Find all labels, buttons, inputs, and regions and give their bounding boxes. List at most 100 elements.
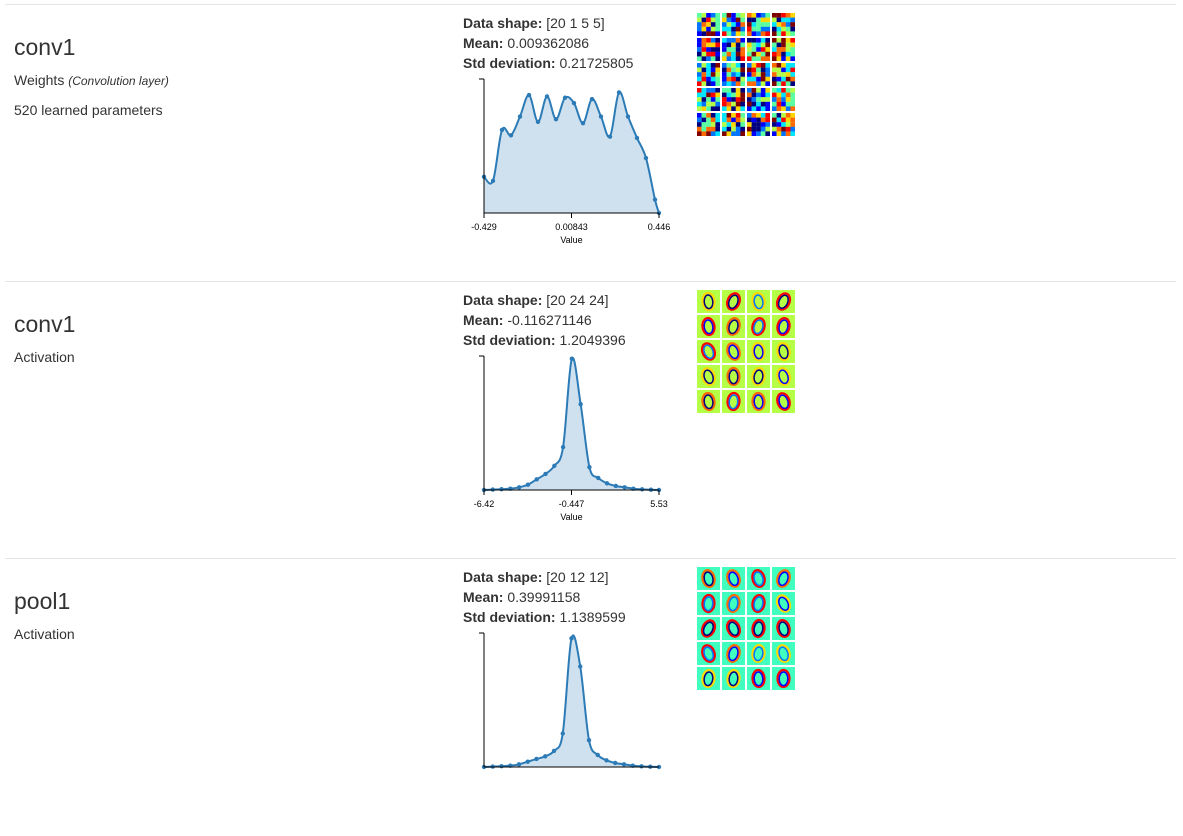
- activation-map-tile: [697, 567, 720, 590]
- histogram-point: [569, 636, 574, 641]
- activation-map-tile: [747, 365, 770, 388]
- std-deviation-line: Std deviation: 1.2049396: [463, 330, 626, 350]
- std-deviation-line: Std deviation: 1.1389599: [463, 607, 626, 627]
- x-tick-label: -0.447: [559, 499, 585, 509]
- x-tick-label: 0.446: [648, 222, 671, 232]
- activation-map-tile: [772, 592, 795, 615]
- histogram-point: [604, 758, 609, 763]
- activation-map-tile: [697, 592, 720, 615]
- activation-map-tile: [747, 642, 770, 665]
- layer-type-label: Activation: [14, 626, 75, 642]
- activation-map-tile: [772, 340, 795, 363]
- x-tick-label: 0.00843: [555, 222, 588, 232]
- layer-row: conv1 Activation Data shape: [20 24 24] Mea…: [5, 281, 1176, 559]
- x-tick-label: -6.42: [474, 499, 495, 509]
- weight-filter-tile: [722, 63, 745, 86]
- std-deviation-value: 1.1389599: [559, 609, 626, 625]
- activation-map-tile: [697, 315, 720, 338]
- histogram-point: [525, 482, 531, 487]
- mean-line: Mean: 0.39991158: [463, 587, 626, 607]
- layer-stats: Data shape: [20 1 5 5] Mean: 0.009362086 S…: [463, 13, 633, 73]
- data-shape-value: [20 1 5 5]: [546, 15, 605, 31]
- histogram-point: [571, 100, 577, 106]
- weight-filter-tile: [747, 113, 770, 136]
- data-shape-line: Data shape: [20 24 24]: [463, 290, 626, 310]
- histogram-point: [517, 114, 523, 119]
- activation-map-tile: [747, 340, 770, 363]
- histogram-point: [534, 477, 539, 482]
- data-shape-label: Data shape:: [463, 15, 543, 31]
- x-axis-label: Value: [560, 235, 582, 245]
- weight-filter-tile: [697, 38, 720, 61]
- histogram-point: [604, 481, 610, 486]
- x-tick-label: -0.429: [471, 222, 497, 232]
- histogram-point: [613, 483, 618, 489]
- histogram-area: [484, 92, 659, 213]
- weight-filter-tile: [772, 13, 795, 36]
- filter-visualization-grid: [697, 290, 795, 413]
- layer-stats: Data shape: [20 12 12] Mean: 0.39991158 St…: [463, 567, 626, 627]
- histogram-point: [560, 731, 565, 736]
- histogram-point: [526, 92, 532, 98]
- activation-map-tile: [697, 617, 720, 640]
- layer-type-label: Activation: [14, 349, 75, 365]
- activation-map-tile: [772, 667, 795, 690]
- weight-filter-tile: [747, 38, 770, 61]
- histogram-point: [516, 485, 522, 490]
- activation-map-tile: [722, 290, 745, 313]
- weight-filter-tile: [722, 113, 745, 136]
- histogram-point: [589, 96, 595, 102]
- layer-type: Activation: [14, 349, 75, 365]
- mean-value: -0.116271146: [507, 312, 592, 328]
- weight-filter-tile: [747, 13, 770, 36]
- mean-line: Mean: 0.009362086: [463, 33, 633, 53]
- histogram-point: [562, 95, 568, 100]
- layer-name: conv1: [14, 34, 76, 60]
- histogram-point: [587, 465, 592, 470]
- histogram-point: [652, 197, 658, 202]
- weight-filter-tile: [772, 63, 795, 86]
- data-shape-line: Data shape: [20 12 12]: [463, 567, 626, 587]
- layer-type-label: Weights: [14, 72, 65, 88]
- weight-filter-tile: [747, 88, 770, 111]
- activation-map-tile: [772, 390, 795, 413]
- histogram-point: [613, 760, 618, 766]
- layer-name: conv1: [14, 311, 76, 337]
- activation-map-tile: [722, 340, 745, 363]
- std-deviation-line: Std deviation: 0.21725805: [463, 53, 633, 73]
- data-shape-value: [20 12 12]: [546, 569, 609, 585]
- x-tick-label: 5.53: [650, 499, 668, 509]
- histogram-point: [534, 756, 539, 762]
- histogram-point: [551, 748, 557, 754]
- histogram-chart: -6.42 -0.447 5.53 Value: [457, 352, 697, 532]
- activation-map-tile: [697, 340, 720, 363]
- histogram-point: [543, 471, 548, 477]
- layer-row: pool1 Activation Data shape: [20 12 12] Mea…: [5, 558, 1176, 836]
- activation-map-tile: [697, 365, 720, 388]
- activation-map-tile: [772, 642, 795, 665]
- weight-filter-tile: [772, 88, 795, 111]
- histogram-chart: -0.429 0.00843 0.446 Value: [457, 75, 697, 255]
- histogram-point: [535, 119, 541, 125]
- histogram-point: [580, 121, 586, 126]
- std-deviation-label: Std deviation:: [463, 609, 556, 625]
- histogram-point: [553, 117, 559, 122]
- histogram-point: [622, 485, 627, 490]
- layer-type: Weights (Convolution layer): [14, 72, 169, 88]
- std-deviation-value: 0.21725805: [559, 55, 634, 71]
- weight-filter-tile: [722, 13, 745, 36]
- activation-map-tile: [747, 592, 770, 615]
- histogram-point: [569, 356, 575, 361]
- histogram-point: [499, 763, 504, 769]
- activation-map-tile: [747, 617, 770, 640]
- data-shape-line: Data shape: [20 1 5 5]: [463, 13, 633, 33]
- histogram-point: [616, 90, 622, 95]
- activation-map-tile: [772, 290, 795, 313]
- activation-map-tile: [747, 315, 770, 338]
- histogram-point: [544, 94, 550, 99]
- histogram-point: [596, 475, 601, 481]
- data-shape-value: [20 24 24]: [546, 292, 609, 308]
- x-axis-label: Value: [560, 512, 582, 522]
- weight-filter-tile: [722, 88, 745, 111]
- activation-map-tile: [772, 567, 795, 590]
